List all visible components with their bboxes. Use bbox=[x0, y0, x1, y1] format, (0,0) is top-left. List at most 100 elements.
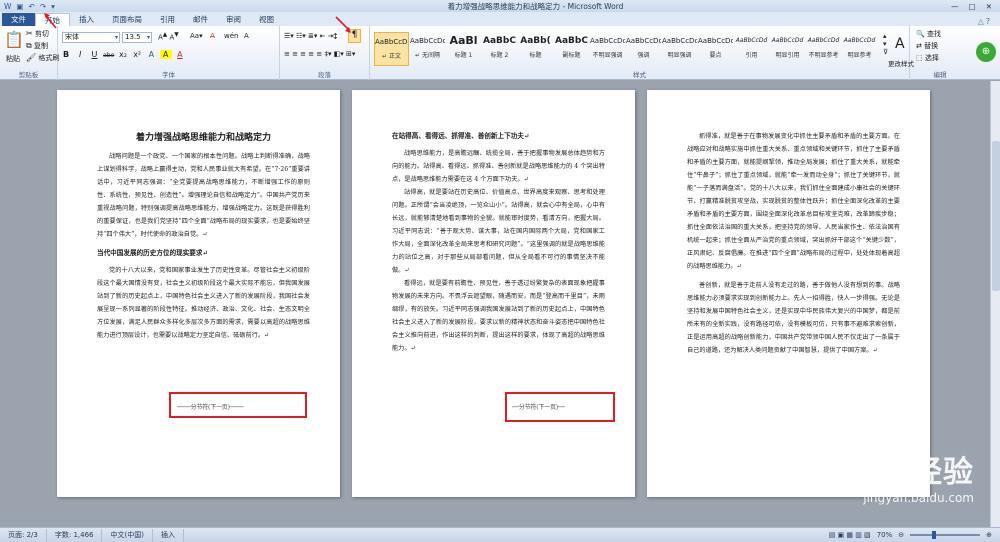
style-preview: AaBbCcDd bbox=[590, 37, 625, 45]
style-tile[interactable]: AaBbCcDd 不明显强调 bbox=[590, 32, 625, 66]
vertical-scrollbar[interactable] bbox=[990, 81, 1000, 527]
paragraph: 抓得准，就是善于在事物发展变化中抓住主要矛盾和矛盾的主要方面。在战略应对和战略实… bbox=[687, 133, 900, 270]
language[interactable]: 中文(中国) bbox=[102, 528, 153, 542]
change-case-icon[interactable]: Aa▾ bbox=[190, 32, 203, 40]
char-border-icon[interactable]: A bbox=[244, 32, 249, 40]
font-name-combo[interactable]: 宋体 ▾ bbox=[62, 32, 120, 43]
undo-icon[interactable]: ↶ bbox=[29, 2, 35, 11]
gallery-scroll[interactable]: ▴ ▾ ⊽ bbox=[883, 32, 888, 56]
style-name: 不明显强调 bbox=[592, 52, 623, 59]
page-2[interactable]: 在站得高、看得远、抓得准、善创新上下功夫↵ 战略思维能力，是高瞻远瞩、统揽全局，… bbox=[352, 90, 635, 497]
word-logo-icon: W bbox=[4, 1, 12, 11]
format-painter-button[interactable]: 🖌 格式刷 bbox=[26, 53, 59, 63]
style-name: 明显参考 bbox=[847, 52, 872, 59]
style-preview: AaBbCcDd bbox=[735, 37, 768, 44]
replace-button[interactable]: ⇄ 替换 bbox=[916, 41, 938, 51]
paste-icon[interactable]: 📋 bbox=[4, 30, 24, 49]
paragraph: 战略思维能力，是高瞻远瞩、统揽全局，善于把握事物发展总体趋势和方向的能力。站得高… bbox=[392, 150, 605, 183]
style-tile[interactable]: AaBbC 副标题 bbox=[554, 32, 589, 66]
phonetic-icon[interactable]: wén bbox=[224, 32, 238, 40]
tab-view[interactable]: 视图 bbox=[250, 13, 283, 26]
zoom-in-icon[interactable]: ⊕ bbox=[986, 531, 992, 539]
tab-file[interactable]: 文件 bbox=[2, 13, 35, 26]
zoom-slider[interactable] bbox=[910, 531, 981, 539]
grow-font-icon[interactable]: A▲ A▼ bbox=[158, 32, 179, 41]
style-name: 标题 2 bbox=[490, 52, 509, 59]
underline-button[interactable]: U bbox=[88, 50, 100, 59]
tab-mailings[interactable]: 邮件 bbox=[184, 13, 217, 26]
tab-page-layout[interactable]: 页面布局 bbox=[103, 13, 151, 26]
style-preview: AaBbC bbox=[555, 36, 588, 46]
paragraph: 党的十八大以来，党和国家事业发生了历史性变革。尽管社会主义初级阶段这个最大国情没… bbox=[97, 267, 310, 339]
page-1[interactable]: 着力增强战略思维能力和战略定力 战略问题是一个政党、一个国家的根本性问题。战略上… bbox=[57, 90, 340, 497]
font-color-button[interactable]: A bbox=[174, 50, 186, 59]
clear-format-icon[interactable]: A̶ bbox=[210, 32, 215, 40]
watermark: Bai⊕经验 jingyan.baidu.com bbox=[829, 447, 974, 505]
style-tile[interactable]: AaBbCcDd 明显引用 bbox=[770, 32, 805, 66]
style-tile[interactable]: AaBbCcDd ↵ 无间隔 bbox=[410, 32, 445, 66]
font-group-label: 字体 bbox=[162, 71, 175, 79]
style-name: ↵ 正文 bbox=[382, 53, 401, 60]
style-tile[interactable]: AaBbC 标题 2 bbox=[482, 32, 517, 66]
word-count[interactable]: 字数: 1,466 bbox=[47, 528, 103, 542]
bullets-icon[interactable]: ☰▾ ☷▾ ≣▾ ⇤ ⇥ bbox=[284, 32, 334, 40]
style-tile[interactable]: AaBb(标题 bbox=[518, 32, 553, 66]
style-tile[interactable]: AaBbCcDd 不明显参考 bbox=[806, 32, 841, 66]
find-button[interactable]: 🔍 查找 bbox=[916, 29, 941, 39]
document-title: 着力增强战略思维能力和战略定力 bbox=[135, 133, 271, 143]
view-buttons[interactable]: ▤ ▣ ▦ ▥ ▧ bbox=[829, 531, 871, 539]
green-addin-icon[interactable]: ⊕ bbox=[976, 42, 996, 62]
style-preview: AaBb( bbox=[520, 36, 551, 46]
ribbon: 📋 粘贴 ✂ 剪切 ⧉ 复制 🖌 格式刷 剪贴板 宋体 ▾ 13.5 ▾ A▲ A▼… bbox=[0, 26, 1000, 80]
save-icon[interactable]: ▣ bbox=[16, 2, 23, 11]
editing-group: 🔍 查找 ⇄ 替换 ⬚ 选择 编辑 bbox=[910, 26, 970, 80]
style-name: 明显引用 bbox=[775, 52, 800, 59]
annotation-box bbox=[505, 392, 615, 422]
style-preview: AaBbCcDd bbox=[626, 37, 661, 45]
tab-references[interactable]: 引用 bbox=[151, 13, 184, 26]
style-tile[interactable]: AaBbCcDd 引用 bbox=[734, 32, 769, 66]
highlight-button[interactable]: A bbox=[159, 50, 172, 59]
bold-button[interactable]: B bbox=[60, 50, 72, 59]
select-button[interactable]: ⬚ 选择 bbox=[916, 53, 939, 63]
style-tile[interactable]: AaBbCcDd 明显参考 bbox=[842, 32, 877, 66]
watermark-url: jingyan.baidu.com bbox=[863, 491, 974, 505]
window-title: 着力增强战略思维能力和战略定力 - Microsoft Word bbox=[447, 1, 624, 11]
insert-mode[interactable]: 插入 bbox=[153, 528, 184, 542]
tab-insert[interactable]: 插入 bbox=[70, 13, 103, 26]
style-tile[interactable]: AaBbCcDd 明显强调 bbox=[662, 32, 697, 66]
zoom-out-icon[interactable]: ⊖ bbox=[898, 531, 904, 539]
section-heading: 当代中国发展的历史方位的现实要求↵ bbox=[97, 249, 209, 257]
paragraph: 站得高，就是要站在历史高位、价值高点、世界高度来观察、思考和处理问题。正所谓“会… bbox=[392, 189, 605, 274]
font-size-combo[interactable]: 13.5 ▾ bbox=[122, 32, 152, 43]
style-preview: AaBbCcDd bbox=[698, 37, 733, 45]
help-icon[interactable]: △ ? bbox=[978, 17, 1000, 26]
style-tile[interactable]: AaBbCcDd 要点 bbox=[698, 32, 733, 66]
tab-review[interactable]: 审阅 bbox=[217, 13, 250, 26]
paste-button[interactable]: 粘贴 bbox=[6, 54, 20, 64]
superscript-button[interactable]: x² bbox=[131, 50, 143, 59]
annotation-box bbox=[169, 392, 307, 418]
align-buttons[interactable]: ≡ ≡ ≡ ≡ ≡ ‡▾ ◧▾ ⊞▾ bbox=[284, 50, 355, 58]
italic-button[interactable]: I bbox=[74, 50, 86, 59]
maximize-button[interactable]: □ bbox=[969, 2, 976, 11]
style-tile[interactable]: AaBbCcDd 强调 bbox=[626, 32, 661, 66]
copy-button[interactable]: ⧉ 复制 bbox=[26, 41, 48, 51]
zoom-level[interactable]: 70% bbox=[877, 531, 893, 539]
scrollbar-thumb[interactable] bbox=[992, 141, 1000, 291]
page-counter[interactable]: 页面: 2/3 bbox=[0, 528, 47, 542]
text-effects-button[interactable]: A bbox=[145, 50, 157, 59]
subscript-button[interactable]: x₂ bbox=[117, 50, 129, 59]
style-preview: AaBbCcDd bbox=[662, 37, 697, 45]
style-tile[interactable]: AaBl 标题 1 bbox=[446, 32, 481, 66]
styles-group-label: 样式 bbox=[633, 71, 646, 79]
cut-button[interactable]: ✂ 剪切 bbox=[26, 29, 49, 39]
close-button[interactable]: ✕ bbox=[986, 2, 992, 11]
change-styles-icon[interactable]: A bbox=[895, 36, 905, 52]
strikethrough-button[interactable]: abe bbox=[103, 52, 115, 59]
minimize-button[interactable]: — bbox=[951, 2, 959, 11]
page-3[interactable]: 抓得准，就是善于在事物发展变化中抓住主要矛盾和矛盾的主要方面。在战略应对和战略实… bbox=[647, 90, 930, 497]
style-tile[interactable]: AaBbCcDd ↵ 正文 bbox=[374, 32, 409, 66]
zoom-slider-knob[interactable] bbox=[932, 531, 937, 539]
style-preview: AaBbC bbox=[483, 36, 516, 46]
